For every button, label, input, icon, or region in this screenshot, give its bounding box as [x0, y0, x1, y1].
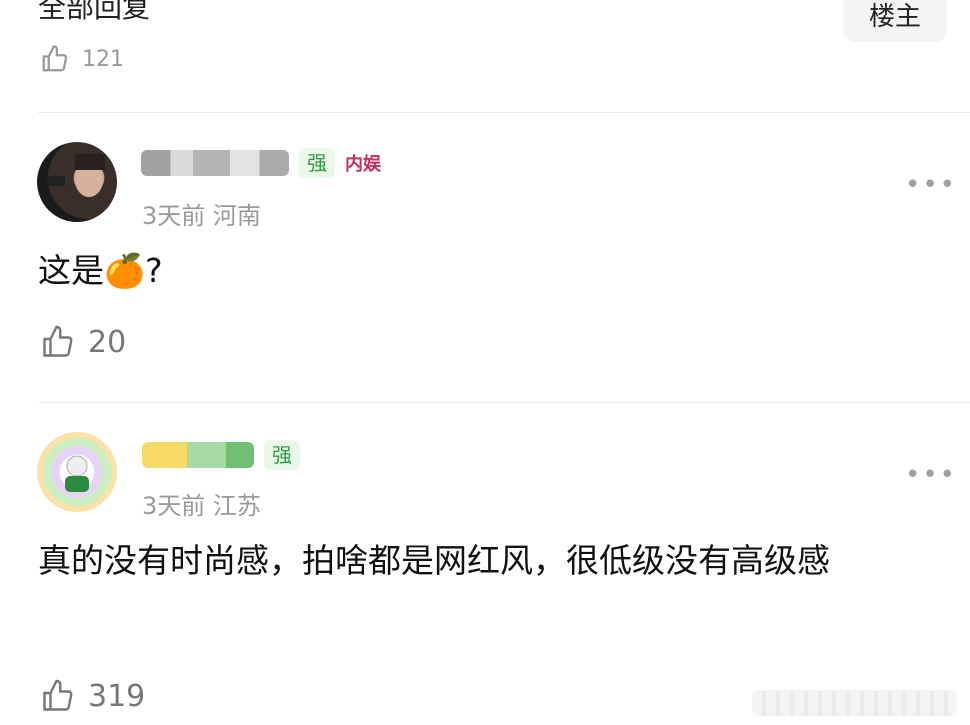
- comment-meta: 3天前 江苏: [142, 486, 261, 521]
- like-count: 20: [88, 324, 127, 360]
- comment-time: 3天前: [142, 202, 206, 230]
- thumbs-up-icon: [42, 45, 68, 72]
- comment-text: 真的没有时尚感，拍啥都是网红风，很低级没有高级感: [38, 541, 830, 580]
- user-info-row: 强 内娱: [141, 148, 381, 178]
- divider: [38, 402, 970, 403]
- level-badge: 强: [264, 440, 300, 470]
- comment-region: 河南: [212, 202, 261, 230]
- more-options-icon[interactable]: •••: [905, 460, 957, 490]
- more-options-icon[interactable]: •••: [905, 170, 957, 200]
- comment-text: 这是🍊?: [38, 251, 163, 290]
- avatar[interactable]: [37, 432, 117, 512]
- comment-meta: 3天前 河南: [142, 196, 261, 231]
- like-button[interactable]: 20: [40, 324, 126, 360]
- page-title: 全部回复: [38, 0, 151, 24]
- avatar-image: [65, 455, 89, 492]
- thumbs-up-icon: [43, 325, 73, 357]
- like-count: 319: [88, 678, 146, 714]
- avatar[interactable]: [37, 142, 117, 222]
- previous-like-area[interactable]: 121: [40, 44, 124, 74]
- op-filter-button[interactable]: 楼主: [843, 0, 947, 42]
- divider: [38, 112, 970, 113]
- comment-card: [37, 142, 117, 222]
- op-filter-label: 楼主: [868, 1, 921, 32]
- vip-badge: 内娱: [345, 154, 381, 175]
- thumbs-up-icon: [43, 679, 73, 711]
- previous-like-count: 121: [82, 46, 124, 72]
- like-button[interactable]: 319: [40, 678, 145, 714]
- watermark-logo: [752, 690, 957, 716]
- username-blurred[interactable]: [142, 442, 254, 468]
- avatar-image: [47, 154, 105, 197]
- level-badge: 强: [299, 148, 335, 178]
- user-info-row: 强: [142, 440, 300, 470]
- comment-region: 江苏: [212, 492, 261, 520]
- comment-card: [37, 432, 117, 512]
- username-blurred[interactable]: [141, 150, 289, 176]
- comment-time: 3天前: [142, 492, 206, 520]
